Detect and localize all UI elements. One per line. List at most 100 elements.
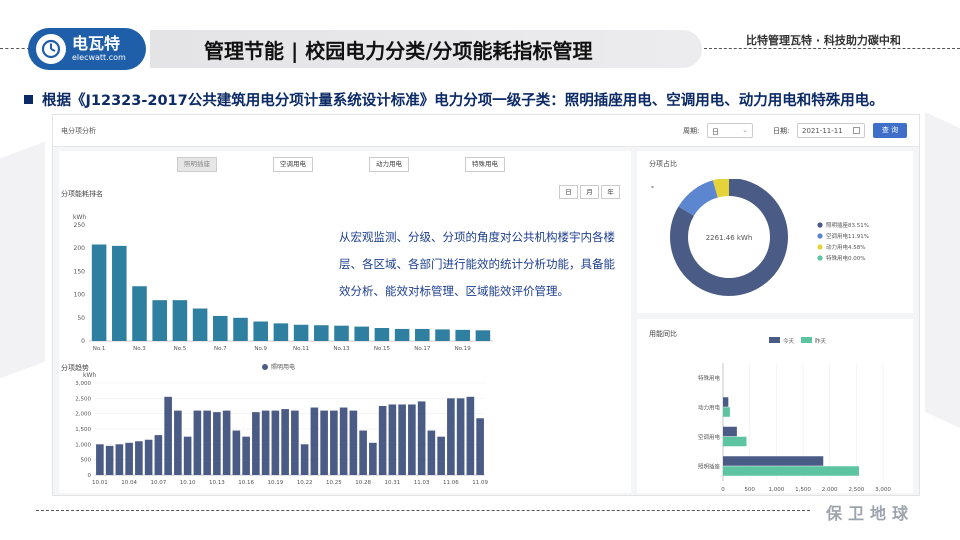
trend-x-tick: 10.16 [238, 480, 254, 486]
bg-shape-left [0, 141, 45, 379]
ranking-bar [455, 329, 470, 341]
ranking-x-tick: No.13 [333, 346, 350, 352]
ranking-unit-label: kWh [73, 214, 86, 221]
donut-legend-dot [817, 222, 823, 228]
logo-name: 电瓦特 [72, 34, 121, 53]
trend-legend-label: 照明用电 [271, 363, 295, 371]
ranking-bar [334, 325, 349, 341]
trend-y-tick: 0 [88, 473, 92, 479]
trend-bar [281, 409, 289, 475]
trend-bar [135, 441, 143, 475]
slide: 电瓦特 elecwatt.com 管理节能 | 校园电力分类/分项能耗指标管理 … [0, 0, 960, 540]
donut-legend-dot [817, 244, 823, 250]
date-value: 2021-11-11 [802, 127, 843, 135]
compare-x-tick: 2,500 [848, 487, 864, 493]
description-overlay: 从宏观监测、分级、分项的角度对公共机构楼宇内各楼层、各区域、各部门进行能效的统计… [339, 230, 615, 298]
calendar-icon [853, 127, 860, 134]
compare-bar [723, 397, 729, 407]
app-topbar: 电分项分析 周期: 日 ⌄ 日期: 2021-11-11 查 询 [53, 115, 919, 147]
period-label: 周期: [683, 127, 700, 135]
trend-bar [300, 444, 309, 475]
ranking-bar [91, 244, 107, 341]
ranking-bar [152, 300, 167, 341]
brand-logo: 电瓦特 elecwatt.com [28, 28, 146, 70]
ranking-x-tick: No.15 [374, 346, 391, 352]
compare-bar [723, 426, 737, 437]
ranking-tab-month[interactable]: 月 [580, 185, 599, 199]
trend-bar [183, 436, 192, 475]
header-dashed-line-left [0, 48, 30, 49]
compare-bar [723, 407, 730, 417]
ranking-tab-year[interactable]: 年 [601, 185, 620, 199]
ranking-y-tick: 200 [74, 245, 86, 252]
tab-air-conditioning[interactable]: 空调用电 [273, 157, 313, 172]
ranking-bar [172, 300, 188, 341]
compare-x-tick: 2,000 [822, 487, 838, 493]
ranking-y-tick: 150 [74, 268, 86, 275]
footer-slogan: 保卫地球 [826, 504, 915, 523]
trend-y-tick: 1,000 [75, 442, 91, 448]
ranking-bar [394, 328, 410, 341]
chevron-down-icon: ⌄ [742, 126, 748, 134]
donut-legend-label: 特殊用电0.00% [826, 254, 865, 262]
compare-legend-yesterday: 昨天 [815, 337, 827, 345]
ranking-y-tick: 100 [74, 292, 86, 299]
subtitle-text: 根据《J12323-2017公共建筑用电分项计量系统设计标准》电力分项一级子类：… [42, 93, 884, 109]
trend-x-tick: 10.13 [209, 480, 225, 486]
trend-bar [466, 396, 475, 475]
ranking-label: 分项能耗排名 [61, 190, 103, 198]
trend-x-tick: 10.04 [121, 480, 137, 486]
trend-bar [388, 404, 397, 475]
trend-unit-label: kWh [83, 372, 96, 379]
trend-x-tick: 10.19 [268, 480, 284, 486]
proportion-donut-chart: 2261.46 kWh 照明插座83.51% 空调用电11.91% 动力用电4.58%… [670, 179, 869, 296]
trend-bar [242, 436, 250, 475]
trend-bar [213, 412, 221, 475]
trend-legend-dot [262, 364, 268, 370]
donut-legend-dot [817, 255, 823, 261]
tab-power[interactable]: 动力用电 [369, 157, 409, 172]
trend-y-tick: 500 [81, 458, 92, 464]
ranking-tab-day[interactable]: 日 [559, 185, 578, 199]
query-button[interactable]: 查 询 [873, 123, 907, 138]
compare-x-tick: 0 [721, 487, 725, 493]
compare-y-tick: 特殊用电 [698, 374, 721, 382]
period-select[interactable]: 日 ⌄ [707, 123, 753, 138]
donut-center-label: 2261.46 kWh [706, 234, 753, 242]
ranking-bar [132, 286, 147, 341]
trend-bar-chart: kWh 照明用电 0 500 1,000 1,500 2,000 2,500 3,000 10.0… [75, 363, 488, 486]
trend-x-tick: 10.01 [92, 480, 108, 486]
trend-x-tick: 10.25 [326, 480, 342, 486]
trend-y-tick: 1,500 [75, 427, 91, 433]
trend-bar [349, 410, 358, 475]
trend-bar [378, 406, 387, 475]
ranking-bar [435, 329, 450, 341]
tab-special[interactable]: 特殊用电 [465, 157, 505, 172]
compare-bar-chart: 今天 昨天 0 500 1,000 1,500 2,000 2,500 3,000 特殊用电动力用… [698, 337, 891, 493]
compare-x-tick: 1,500 [795, 487, 811, 493]
compare-y-tick: 照明插座 [698, 462, 721, 470]
compare-legend-today-swatch [769, 337, 780, 343]
ranking-y-tick: 50 [77, 315, 85, 322]
donut-legend-label: 动力用电4.58% [826, 243, 865, 251]
ranking-bar [415, 328, 430, 341]
compare-bar [723, 456, 824, 466]
clock-icon [36, 34, 66, 64]
compare-x-tick: 1,000 [768, 487, 784, 493]
date-picker[interactable]: 2021-11-11 [797, 123, 865, 138]
ranking-x-tick: No.17 [414, 346, 431, 352]
ranking-bar [293, 324, 309, 341]
trend-bar [476, 418, 484, 475]
trend-bar [105, 445, 114, 475]
app-title: 电分项分析 [61, 127, 96, 135]
compare-bar [723, 466, 859, 476]
trend-bar [96, 444, 104, 475]
trend-bar [252, 412, 260, 475]
trend-bar [232, 430, 241, 475]
ranking-bar [233, 317, 248, 341]
trend-bar [144, 439, 153, 475]
donut-legend-label: 空调用电11.91% [826, 232, 869, 240]
trend-bar [271, 410, 280, 475]
trend-bar [222, 410, 231, 475]
tab-lighting[interactable]: 照明插座 [177, 157, 217, 172]
